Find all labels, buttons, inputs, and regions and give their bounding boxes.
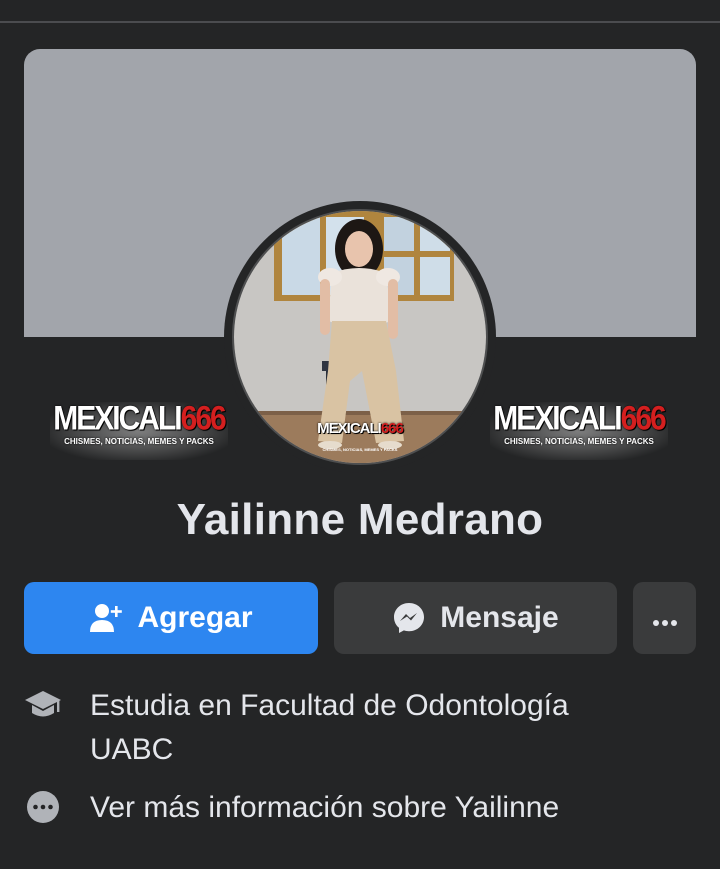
message-label: Mensaje — [440, 601, 559, 634]
info-education-text: Estudia en Facultad de Odontología UABC — [90, 689, 569, 766]
watermark-right-number: 666 — [620, 399, 667, 438]
more-options-button[interactable] — [633, 582, 696, 654]
info-more-row[interactable]: Ver más información sobre Yailinne — [24, 786, 650, 830]
watermark-avatar-number: 666 — [380, 420, 404, 437]
watermark-right-brand: MEXICALI — [493, 399, 622, 438]
watermark-left: MEXICALI666 CHISMES, NOTICIAS, MEMES Y P… — [50, 399, 228, 460]
add-friend-icon — [89, 602, 123, 634]
more-options-icon — [652, 601, 678, 635]
message-button[interactable]: Mensaje — [334, 582, 617, 654]
graduation-cap-icon — [24, 686, 62, 724]
info-education-row: Estudia en Facultad de Odontología UABC — [24, 684, 650, 772]
messenger-icon — [392, 601, 426, 635]
watermark-avatar-brand: MEXICALI — [317, 420, 382, 437]
watermark-left-brand: MEXICALI — [53, 399, 182, 438]
watermark-avatar-tagline: CHISMES, NOTICIAS, MEMES Y PACKS — [322, 447, 398, 452]
add-friend-label: Agregar — [137, 601, 253, 634]
profile-name: Yailinne Medrano — [176, 495, 544, 544]
more-dots-icon — [24, 788, 62, 826]
watermark-left-number: 666 — [180, 399, 227, 438]
watermark-avatar: MEXICALI666 CHISMES, NOTICIAS, MEMES Y P… — [316, 420, 404, 456]
add-friend-button[interactable]: Agregar — [24, 582, 318, 654]
info-more-text[interactable]: Ver más información sobre Yailinne — [90, 786, 650, 830]
top-divider — [0, 21, 720, 23]
watermark-right: MEXICALI666 CHISMES, NOTICIAS, MEMES Y P… — [490, 399, 668, 460]
